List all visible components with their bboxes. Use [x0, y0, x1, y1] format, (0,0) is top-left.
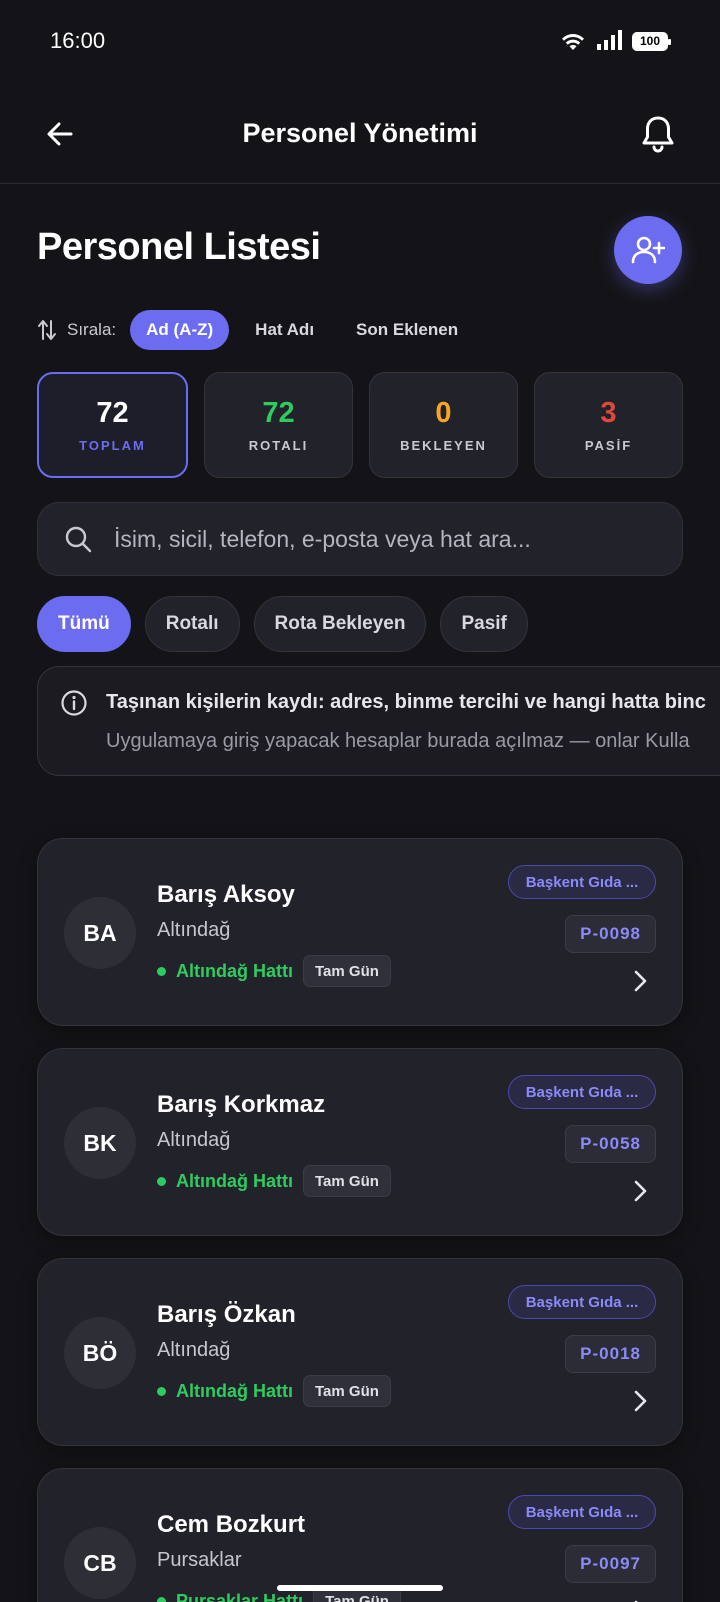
- sort-option-line[interactable]: Hat Adı: [239, 310, 330, 350]
- company-tag: Başkent Gıda ...: [508, 1495, 656, 1529]
- shift-tag: Tam Gün: [303, 955, 391, 987]
- personnel-code: P-0058: [565, 1125, 656, 1163]
- stats-row: 72 TOPLAM 72 ROTALI 0 BEKLEYEN 3 PASİF: [37, 372, 683, 478]
- person-district: Pursaklar: [157, 1549, 242, 1571]
- app-bar: Personel Yönetimi: [0, 84, 720, 184]
- stat-routed[interactable]: 72 ROTALI: [204, 372, 353, 478]
- add-person-button[interactable]: [614, 216, 682, 284]
- stat-value: 3: [600, 397, 617, 429]
- stat-value: 72: [262, 397, 295, 429]
- wifi-icon: [562, 34, 584, 50]
- search-placeholder: İsim, sicil, telefon, e-posta veya hat a…: [114, 525, 531, 552]
- app-title: Personel Yönetimi: [242, 118, 478, 148]
- chevron-right-icon: [634, 970, 647, 992]
- stat-total[interactable]: 72 TOPLAM: [37, 372, 188, 478]
- filter-waiting[interactable]: Rota Bekleyen: [253, 596, 427, 652]
- sort-arrows-icon: [38, 320, 56, 340]
- person-card[interactable]: CB Cem Bozkurt Pursaklar Pursaklar Hattı…: [37, 1468, 683, 1602]
- avatar: BK: [64, 1107, 136, 1179]
- route-status-dot: [157, 966, 166, 976]
- filter-routed[interactable]: Rotalı: [144, 596, 240, 652]
- route-status-dot: [157, 1176, 166, 1186]
- sort-row: Sırala: Ad (A-Z) Hat Adı Son Eklenen: [37, 310, 484, 350]
- signal-icon: [597, 30, 622, 50]
- filter-chips: Tümü Rotalı Rota Bekleyen Pasif: [37, 596, 528, 652]
- person-name: Barış Özkan: [157, 1301, 296, 1328]
- route-row: Altındağ Hattı Tam Gün: [157, 1375, 391, 1407]
- company-tag: Başkent Gıda ...: [508, 1075, 656, 1109]
- person-district: Altındağ: [157, 1339, 231, 1361]
- screen: 16:00 100 Personel Yönetimi Personel Lis…: [0, 0, 720, 1602]
- route-name: Altındağ Hattı: [176, 960, 293, 981]
- battery-level: 100: [639, 34, 661, 48]
- status-bar: 16:00 100: [0, 0, 720, 84]
- person-name: Barış Korkmaz: [157, 1091, 326, 1118]
- person-name: Cem Bozkurt: [157, 1511, 306, 1538]
- avatar: BA: [64, 897, 136, 969]
- search-icon: [65, 526, 92, 553]
- route-row: Altındağ Hattı Tam Gün: [157, 955, 391, 987]
- stat-value: 0: [435, 397, 452, 429]
- user-plus-icon: [631, 236, 665, 264]
- status-icons: 100: [560, 30, 671, 52]
- route-name: Pursaklar Hattı: [176, 1590, 304, 1602]
- person-name: Barış Aksoy: [157, 881, 295, 908]
- status-time: 16:00: [50, 28, 106, 53]
- info-title: Taşınan kişilerin kaydı: adres, binme te…: [106, 691, 706, 713]
- route-row: Altındağ Hattı Tam Gün: [157, 1165, 391, 1197]
- search-input[interactable]: İsim, sicil, telefon, e-posta veya hat a…: [37, 502, 683, 576]
- stat-label: PASİF: [584, 438, 633, 453]
- chevron-right-icon: [634, 1600, 638, 1602]
- person-district: Altındağ: [157, 919, 231, 941]
- avatar: CB: [64, 1527, 136, 1599]
- stat-passive[interactable]: 3 PASİF: [534, 372, 683, 478]
- company-tag: Başkent Gıda ...: [508, 1285, 656, 1319]
- shift-tag: Tam Gün: [303, 1165, 391, 1197]
- shift-tag: Tam Gün: [303, 1375, 391, 1407]
- avatar: BÖ: [64, 1317, 136, 1389]
- info-circle-icon: [61, 690, 87, 716]
- filter-all[interactable]: Tümü: [37, 596, 131, 652]
- personnel-code: P-0097: [565, 1545, 656, 1583]
- company-tag: Başkent Gıda ...: [508, 865, 656, 899]
- stat-label: TOPLAM: [79, 438, 146, 453]
- route-status-dot: [157, 1596, 166, 1602]
- info-subtitle: Uygulamaya giriş yapacak hesaplar burada…: [106, 730, 690, 752]
- person-card[interactable]: BÖ Barış Özkan Altındağ Altındağ Hattı T…: [37, 1258, 683, 1446]
- notifications-button[interactable]: [632, 108, 684, 160]
- route-status-dot: [157, 1386, 166, 1396]
- chevron-right-icon: [634, 1180, 647, 1202]
- info-banner: Taşınan kişilerin kaydı: adres, binme te…: [37, 666, 720, 776]
- sort-label: Sırala:: [67, 320, 117, 339]
- stat-waiting[interactable]: 0 BEKLEYEN: [369, 372, 518, 478]
- filter-passive[interactable]: Pasif: [440, 596, 528, 652]
- route-name: Altındağ Hattı: [176, 1170, 293, 1191]
- person-card[interactable]: BA Barış Aksoy Altındağ Altındağ Hattı T…: [37, 838, 683, 1026]
- route-name: Altındağ Hattı: [176, 1380, 293, 1401]
- personnel-code: P-0018: [565, 1335, 656, 1373]
- sort-option-recent[interactable]: Son Eklenen: [340, 310, 474, 350]
- personnel-code: P-0098: [565, 915, 656, 953]
- battery-icon: 100: [632, 31, 671, 51]
- chevron-right-icon: [634, 1390, 647, 1412]
- page-title: Personel Listesi: [37, 226, 321, 268]
- stat-label: BEKLEYEN: [400, 438, 487, 453]
- person-district: Altındağ: [157, 1129, 231, 1151]
- sort-option-name[interactable]: Ad (A-Z): [130, 310, 230, 350]
- home-indicator[interactable]: [277, 1585, 443, 1591]
- stat-label: ROTALI: [248, 438, 309, 453]
- stat-value: 72: [96, 397, 129, 429]
- person-card[interactable]: BK Barış Korkmaz Altındağ Altındağ Hattı…: [37, 1048, 683, 1236]
- bell-icon: [642, 116, 674, 153]
